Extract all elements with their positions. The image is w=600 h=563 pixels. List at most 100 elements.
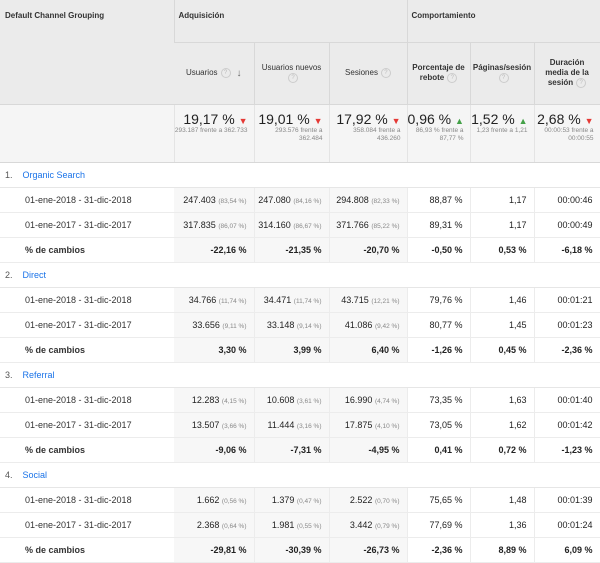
sort-down-icon[interactable]: ↓ — [237, 68, 242, 79]
channel-group-header: 3. Referral — [0, 362, 600, 388]
arrow-down-icon: ▼ — [313, 116, 323, 126]
cell-usuarios-nuevos: 10.608 (3,61 %) — [254, 387, 330, 413]
help-icon[interactable]: ? — [498, 73, 509, 84]
cell-rebote: 80,77 % — [407, 312, 471, 338]
cell-usuarios: 13.507 (3,66 %) — [174, 412, 255, 438]
cell-usuarios: 2.368 (0,64 %) — [174, 512, 255, 538]
channel-link[interactable]: Social — [23, 470, 48, 480]
channel-group-header: 1. Organic Search — [0, 162, 600, 188]
cell-usuarios-nuevos: -7,31 % — [254, 437, 330, 463]
cell-paginas: 8,89 % — [470, 537, 535, 563]
cell-paginas: 1,36 — [470, 512, 535, 538]
cell-paginas: 1,46 — [470, 287, 535, 313]
cell-duracion: -1,23 % — [534, 437, 600, 463]
report-table: Default Channel Grouping Adquisición Com… — [0, 0, 600, 563]
group-index: 1. — [5, 170, 13, 180]
cell-usuarios: 12.283 (4,15 %) — [174, 387, 255, 413]
arrow-down-icon: ▼ — [238, 116, 248, 126]
dimension-header[interactable]: Default Channel Grouping — [0, 0, 174, 105]
cell-usuarios: -9,06 % — [174, 437, 255, 463]
cell-usuarios: 1.662 (0,56 %) — [174, 487, 255, 513]
cell-paginas: 1,17 — [470, 212, 535, 238]
row-label: 01-ene-2018 - 31-dic-2018 — [0, 387, 174, 413]
cell-sesiones: 6,40 % — [329, 337, 408, 363]
help-icon[interactable]: ? — [380, 68, 391, 79]
cell-usuarios-nuevos: 33.148 (9,14 %) — [254, 312, 330, 338]
channel-link[interactable]: Direct — [23, 270, 47, 280]
cell-paginas: 1,45 — [470, 312, 535, 338]
row-label: 01-ene-2017 - 31-dic-2017 — [0, 512, 174, 538]
row-label: 01-ene-2017 - 31-dic-2017 — [0, 312, 174, 338]
change-row: % de cambios 3,30 % 3,99 % 6,40 % -1,26 % 0,4… — [0, 337, 600, 363]
cell-rebote: 0,41 % — [407, 437, 471, 463]
cell-usuarios: 34.766 (11,74 %) — [174, 287, 255, 313]
cell-duracion: -6,18 % — [534, 237, 600, 263]
cell-sesiones: 17.875 (4,10 %) — [329, 412, 408, 438]
cell-usuarios-nuevos: -21,35 % — [254, 237, 330, 263]
col-porcentaje-rebote[interactable]: Porcentaje de rebote? — [407, 42, 471, 105]
col-usuarios[interactable]: Usuarios? ↓ — [174, 42, 255, 105]
table-row: 01-ene-2017 - 31-dic-2017 33.656 (9,11 %)… — [0, 312, 600, 338]
total-paginas: 1,52 % ▲ 1,23 frente a 1,21 — [470, 104, 535, 163]
col-sesiones[interactable]: Sesiones? — [329, 42, 408, 105]
col-usuarios-nuevos[interactable]: Usuarios nuevos? — [254, 42, 330, 105]
cell-duracion: 00:01:39 — [534, 487, 600, 513]
cell-sesiones: 3.442 (0,79 %) — [329, 512, 408, 538]
cell-paginas: 0,45 % — [470, 337, 535, 363]
arrow-down-icon: ▼ — [391, 116, 401, 126]
cell-duracion: -2,36 % — [534, 337, 600, 363]
behavior-header: Comportamiento — [406, 0, 600, 43]
cell-sesiones: 294.808 (82,33 %) — [329, 187, 408, 213]
totals-label-cell — [0, 104, 175, 163]
cell-duracion: 00:01:40 — [534, 387, 600, 413]
cell-rebote: -1,26 % — [407, 337, 471, 363]
help-icon[interactable]: ? — [576, 78, 587, 89]
col-duracion[interactable]: Duración media de la sesión? — [534, 42, 600, 105]
total-rebote: 0,96 % ▲ 86,93 % frente a 87,77 % — [407, 104, 471, 163]
change-row: % de cambios -29,81 % -30,39 % -26,73 % -2,3… — [0, 537, 600, 563]
total-duracion: 2,68 % ▼ 00:00:53 frente a 00:00:55 — [534, 104, 600, 163]
change-row: % de cambios -9,06 % -7,31 % -4,95 % 0,41 % 0… — [0, 437, 600, 463]
cell-rebote: 75,65 % — [407, 487, 471, 513]
group-index: 4. — [5, 470, 13, 480]
help-icon[interactable]: ? — [447, 73, 458, 84]
channel-group-header: 2. Direct — [0, 262, 600, 288]
channel-link[interactable]: Referral — [23, 370, 55, 380]
cell-duracion: 00:01:21 — [534, 287, 600, 313]
cell-usuarios-nuevos: 11.444 (3,16 %) — [254, 412, 330, 438]
cell-sesiones: 41.086 (9,42 %) — [329, 312, 408, 338]
arrow-up-icon: ▲ — [518, 116, 528, 126]
cell-rebote: 77,69 % — [407, 512, 471, 538]
cell-duracion: 6,09 % — [534, 537, 600, 563]
change-row: % de cambios -22,16 % -21,35 % -20,70 % -0,5… — [0, 237, 600, 263]
help-icon[interactable]: ? — [220, 68, 231, 79]
cell-usuarios: 3,30 % — [174, 337, 255, 363]
row-label: % de cambios — [0, 337, 174, 363]
cell-rebote: 88,87 % — [407, 187, 471, 213]
row-label: % de cambios — [0, 537, 174, 563]
row-label: % de cambios — [0, 237, 174, 263]
cell-rebote: 73,05 % — [407, 412, 471, 438]
cell-sesiones: 16.990 (4,74 %) — [329, 387, 408, 413]
cell-usuarios: 33.656 (9,11 %) — [174, 312, 255, 338]
cell-usuarios-nuevos: -30,39 % — [254, 537, 330, 563]
table-row: 01-ene-2018 - 31-dic-2018 12.283 (4,15 %)… — [0, 387, 600, 413]
cell-usuarios: -22,16 % — [174, 237, 255, 263]
group-index: 2. — [5, 270, 13, 280]
col-paginas-sesion[interactable]: Páginas/sesión? — [470, 42, 535, 105]
channel-link[interactable]: Organic Search — [23, 170, 86, 180]
row-label: 01-ene-2018 - 31-dic-2018 — [0, 487, 174, 513]
help-icon[interactable]: ? — [288, 73, 298, 84]
cell-usuarios: 317.835 (86,07 %) — [174, 212, 255, 238]
cell-sesiones: -26,73 % — [329, 537, 408, 563]
cell-duracion: 00:01:23 — [534, 312, 600, 338]
acquisition-header: Adquisición — [173, 0, 408, 43]
cell-usuarios-nuevos: 34.471 (11,74 %) — [254, 287, 330, 313]
total-sesiones: 17,92 % ▼ 358.084 frente a 436.260 — [329, 104, 408, 163]
cell-usuarios-nuevos: 3,99 % — [254, 337, 330, 363]
cell-paginas: 1,17 — [470, 187, 535, 213]
cell-sesiones: 43.715 (12,21 %) — [329, 287, 408, 313]
channel-group-header: 4. Social — [0, 462, 600, 488]
arrow-up-icon: ▲ — [455, 116, 464, 126]
row-label: % de cambios — [0, 437, 174, 463]
